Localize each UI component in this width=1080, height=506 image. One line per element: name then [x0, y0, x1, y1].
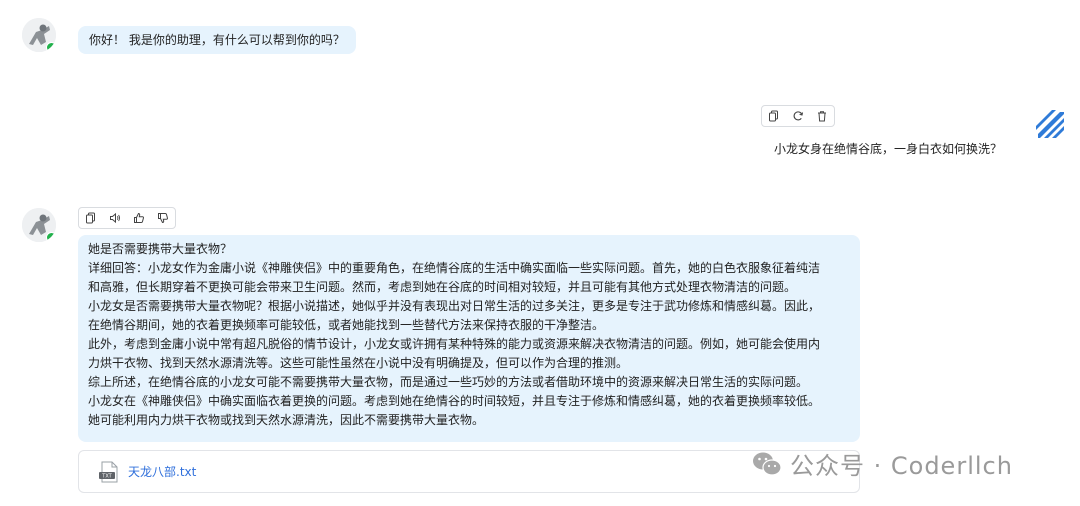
wechat-logo-icon	[753, 452, 782, 476]
like-button[interactable]	[127, 208, 151, 228]
copy-icon	[769, 110, 778, 122]
user-message-toolbar	[761, 105, 835, 127]
answer-line: 在绝情谷期间，她的衣着更换频率可能较低，或者她能找到一些替代方法来保持衣服的干净…	[88, 318, 605, 332]
user-avatar-logo-icon	[1036, 110, 1064, 138]
watermark: 公众号 · Coderllch	[752, 446, 1013, 481]
assistant-avatar	[22, 208, 56, 242]
assistant-avatar	[22, 18, 56, 52]
txt-file-icon: TXT	[99, 461, 118, 482]
dislike-button[interactable]	[151, 208, 175, 228]
answer-line: 详细回答：小龙女作为金庸小说《神雕侠侣》中的重要角色，在绝情谷底的生活中确实面临…	[88, 261, 821, 275]
delete-button[interactable]	[810, 106, 834, 126]
copy-icon	[86, 212, 95, 224]
watermark-text: 公众号 · Coderllch	[790, 452, 1013, 480]
regenerate-button[interactable]	[786, 106, 810, 126]
thumbs-down-icon	[158, 213, 168, 224]
answer-line: 小龙女在《神雕侠侣》中确实面临衣着更换的问题。考虑到她在绝情谷的时间较短，并且专…	[88, 394, 821, 408]
user-avatar	[1032, 106, 1068, 142]
answer-line: 综上所述，在绝情谷底的小龙女可能不需要携带大量衣物，而是通过一些巧妙的方法或者借…	[88, 375, 809, 389]
answer-line: 和高雅，但长期穿着不更换可能会带来卫生问题。然而，考虑到她在谷底的时间相对较短，…	[88, 280, 797, 294]
answer-line: 力烘干衣物、找到天然水源清洗等。这些可能性虽然在小说中没有明确提及，但可以作为合…	[88, 356, 629, 370]
online-status-dot	[46, 232, 56, 242]
answer-line: 小龙女是否需要携带大量衣物呢？根据小说描述，她似乎并没有表现出对日常生活的过多关…	[88, 299, 821, 313]
file-type-label: TXT	[101, 473, 112, 479]
answer-toolbar	[78, 207, 176, 229]
attachment-file-name[interactable]: 天龙八部.txt	[128, 463, 196, 480]
refresh-icon	[793, 111, 804, 121]
delete-icon	[818, 111, 826, 122]
speaker-icon	[110, 212, 120, 224]
answer-bubble: 她是否需要携带大量衣物？ 详细回答：小龙女作为金庸小说《神雕侠侣》中的重要角色，…	[78, 235, 860, 442]
attachment-card[interactable]: TXT 天龙八部.txt	[78, 450, 860, 493]
read-aloud-button[interactable]	[103, 208, 127, 228]
answer-line: 她是否需要携带大量衣物？	[88, 242, 233, 256]
online-status-dot	[46, 42, 56, 52]
thumbs-up-icon	[134, 212, 144, 223]
chat-panel: 你好！ 我是你的助理，有什么可以帮到你的吗？ 小龙女身在绝情谷底，一身白衣如何换…	[0, 0, 1080, 506]
user-message: 小龙女身在绝情谷底，一身白衣如何换洗？	[773, 142, 1002, 156]
answer-line: 此外，考虑到金庸小说中常有超凡脱俗的情节设计，小龙女或许拥有某种特殊的能力或资源…	[88, 337, 821, 351]
answer-line: 她可能利用内力烘干衣物或找到天然水源清洗，因此不需要携带大量衣物。	[88, 413, 485, 427]
copy-button[interactable]	[79, 208, 103, 228]
copy-button[interactable]	[762, 106, 786, 126]
greeting-bubble: 你好！ 我是你的助理，有什么可以帮到你的吗？	[78, 26, 356, 54]
